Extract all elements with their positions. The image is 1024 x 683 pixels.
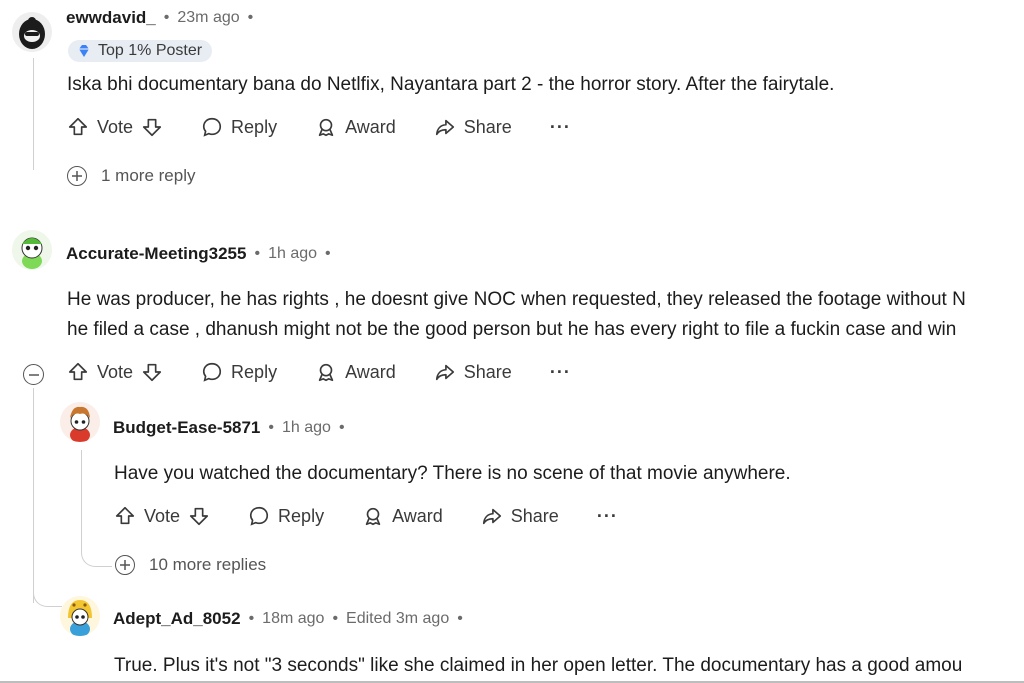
- separator: •: [248, 610, 255, 627]
- avatar[interactable]: [12, 230, 52, 270]
- upvote-button[interactable]: Vote: [67, 116, 133, 138]
- comment-bubble-icon: [202, 117, 222, 137]
- comment-actions: Vote Reply Award Share ···: [67, 361, 571, 383]
- downvote-arrow-icon: [142, 363, 162, 382]
- reply-button[interactable]: Reply: [248, 505, 324, 527]
- username[interactable]: Adept_Ad_8052: [113, 609, 241, 629]
- separator: •: [457, 610, 463, 627]
- separator: •: [268, 419, 274, 436]
- badge-label: Top 1% Poster: [98, 42, 203, 59]
- avatar-icon: [60, 402, 100, 442]
- downvote-arrow-icon: [189, 507, 209, 526]
- avatar-icon: [60, 596, 100, 636]
- downvote-arrow-icon: [142, 118, 162, 137]
- comment-body: Iska bhi documentary bana do Netlfix, Na…: [67, 74, 835, 95]
- comment-body-line: He was producer, he has rights , he does…: [67, 289, 966, 310]
- expand-plus-icon: [115, 555, 135, 575]
- timestamp[interactable]: 23m ago: [177, 9, 239, 27]
- award-medal-icon: [318, 363, 334, 382]
- comment-bubble-icon: [202, 362, 222, 382]
- more-replies-link[interactable]: 1 more reply: [67, 166, 195, 186]
- username[interactable]: Accurate-Meeting3255: [66, 244, 246, 264]
- share-arrow-icon: [482, 508, 501, 525]
- upvote-button[interactable]: Vote: [114, 505, 180, 527]
- separator: •: [254, 245, 261, 262]
- award-button[interactable]: Award: [362, 505, 443, 527]
- more-replies-label: 10 more replies: [149, 555, 267, 574]
- comment-body-line: he filed a case , dhanush might not be t…: [67, 319, 957, 340]
- separator: •: [247, 9, 254, 26]
- upvote-arrow-icon: [68, 362, 88, 381]
- avatar[interactable]: [60, 402, 100, 442]
- more-options-button[interactable]: ···: [597, 506, 618, 527]
- timestamp[interactable]: 1h ago: [268, 245, 317, 263]
- award-label: Award: [392, 505, 443, 526]
- downvote-button[interactable]: [188, 505, 210, 527]
- reply-label: Reply: [231, 116, 278, 137]
- avatar[interactable]: [12, 12, 52, 52]
- downvote-button[interactable]: [141, 116, 163, 138]
- downvote-button[interactable]: [141, 361, 163, 383]
- comment-body: He was producer, he has rights , he does…: [67, 285, 1024, 345]
- upvote-arrow-icon: [115, 506, 135, 525]
- reply-button[interactable]: Reply: [201, 361, 277, 383]
- reply-label: Reply: [231, 361, 278, 382]
- award-label: Award: [345, 361, 396, 382]
- avatar-icon: [12, 230, 52, 270]
- more-options-button[interactable]: ···: [550, 117, 571, 138]
- share-button[interactable]: Share: [481, 505, 559, 527]
- timestamp[interactable]: 18m ago: [262, 610, 324, 628]
- separator: •: [338, 419, 345, 436]
- comment-actions: Vote Reply Award Share ···: [114, 505, 618, 527]
- more-replies-label: 1 more reply: [101, 166, 196, 185]
- more-options-button[interactable]: ···: [550, 362, 571, 383]
- upvote-arrow-icon: [68, 117, 88, 136]
- comment-bubble-icon: [249, 506, 269, 526]
- diamond-icon: [79, 45, 89, 57]
- username[interactable]: Budget-Ease-5871: [113, 418, 260, 438]
- upvote-button[interactable]: Vote: [67, 361, 133, 383]
- username[interactable]: ewwdavid_: [66, 8, 156, 28]
- expand-plus-icon: [67, 166, 87, 186]
- share-button[interactable]: Share: [434, 116, 512, 138]
- comment-body: True. Plus it's not "3 seconds" like she…: [114, 651, 1024, 681]
- avatar-icon: [12, 12, 52, 52]
- share-button[interactable]: Share: [434, 361, 512, 383]
- share-label: Share: [510, 505, 559, 526]
- more-replies-link[interactable]: 10 more replies: [115, 555, 266, 575]
- comment-body-line: True. Plus it's not "3 seconds" like she…: [114, 655, 963, 676]
- award-button[interactable]: Award: [315, 116, 396, 138]
- comment-actions: Vote Reply Award Share ···: [67, 116, 571, 138]
- timestamp[interactable]: 1h ago: [282, 419, 331, 437]
- comment-body: Have you watched the documentary? There …: [114, 463, 791, 484]
- share-arrow-icon: [435, 364, 454, 381]
- minus-icon: [28, 373, 39, 376]
- award-button[interactable]: Award: [315, 361, 396, 383]
- award-medal-icon: [318, 118, 334, 137]
- award-label: Award: [345, 116, 396, 137]
- award-medal-icon: [365, 507, 381, 526]
- avatar[interactable]: [60, 596, 100, 636]
- vote-label: Vote: [97, 361, 134, 382]
- reply-label: Reply: [278, 505, 325, 526]
- thread-elbow: [33, 560, 62, 607]
- share-arrow-icon: [435, 119, 454, 136]
- user-flair-badge: Top 1% Poster: [68, 40, 213, 62]
- edited-label: Edited 3m ago: [346, 610, 450, 627]
- separator: •: [332, 610, 339, 627]
- thread-elbow: [81, 520, 112, 567]
- share-label: Share: [463, 361, 512, 382]
- vote-label: Vote: [97, 116, 134, 137]
- reply-button[interactable]: Reply: [201, 116, 277, 138]
- thread-elbow: [33, 140, 67, 176]
- separator: •: [163, 9, 170, 26]
- separator: •: [325, 245, 331, 262]
- collapse-thread-button[interactable]: [23, 364, 44, 385]
- share-label: Share: [463, 116, 512, 137]
- vote-label: Vote: [144, 505, 181, 526]
